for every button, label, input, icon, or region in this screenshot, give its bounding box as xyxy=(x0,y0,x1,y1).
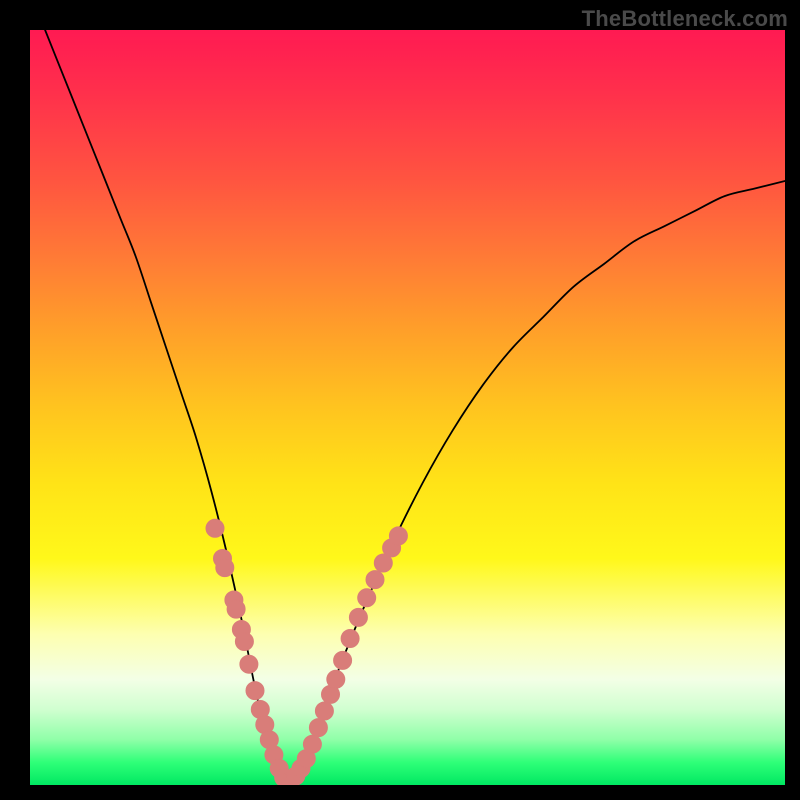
highlight-dot xyxy=(341,630,359,648)
watermark-text: TheBottleneck.com xyxy=(582,6,788,32)
highlight-dot xyxy=(349,608,367,626)
highlight-dot xyxy=(327,670,345,688)
highlight-dot xyxy=(227,600,245,618)
highlight-dots-right xyxy=(282,527,408,785)
highlight-dot xyxy=(235,633,253,651)
highlight-dots-left xyxy=(206,519,293,785)
highlight-dot xyxy=(389,527,407,545)
highlight-dot xyxy=(216,559,234,577)
curve-svg xyxy=(30,30,785,785)
highlight-dot xyxy=(366,571,384,589)
highlight-dot xyxy=(240,655,258,673)
highlight-dot xyxy=(315,702,333,720)
bottleneck-curve xyxy=(30,30,785,785)
highlight-dot xyxy=(334,651,352,669)
chart-container: TheBottleneck.com xyxy=(0,0,800,800)
highlight-dot xyxy=(309,719,327,737)
highlight-dot xyxy=(303,735,321,753)
highlight-dot xyxy=(246,682,264,700)
plot-area xyxy=(30,30,785,785)
highlight-dot xyxy=(358,589,376,607)
highlight-dot xyxy=(206,519,224,537)
